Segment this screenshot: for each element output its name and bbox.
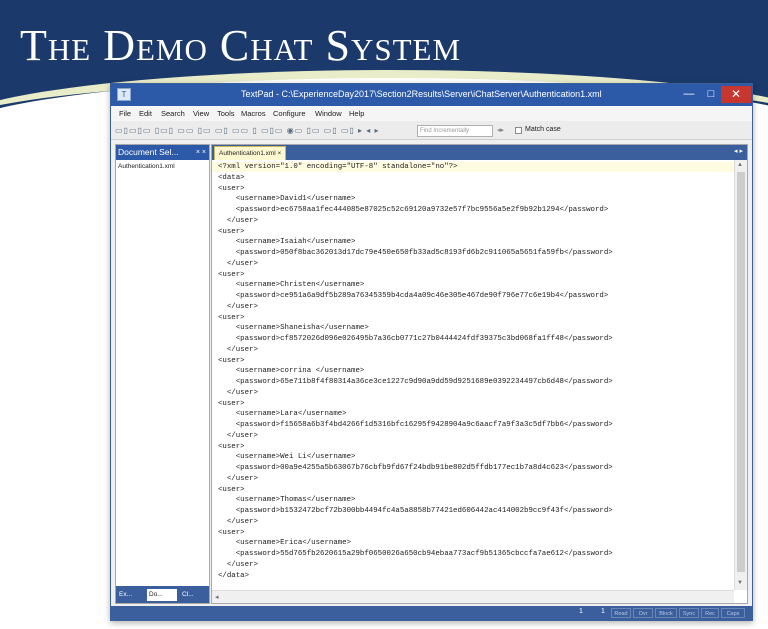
code-line: </user>: [218, 302, 258, 311]
code-line: <username>David1</username>: [218, 195, 356, 204]
status-read-indicator: Read: [611, 608, 631, 618]
document-list-item[interactable]: Authentication1.xml: [118, 163, 175, 170]
title-bar[interactable]: T TextPad - C:\ExperienceDay2017\Section…: [111, 84, 752, 106]
tab-scroll-arrows[interactable]: ◂ ▸: [734, 147, 743, 155]
panel-tabs: Ex... Do... Cl...: [116, 586, 209, 603]
code-line: <?xml version="1.0" encoding="UTF-8" sta…: [218, 163, 458, 171]
code-line: <user>: [218, 184, 245, 193]
code-line: <password>f15658a6b3f4bd4266f1d5316bfc16…: [218, 421, 613, 429]
scroll-left-icon[interactable]: ◂: [215, 593, 219, 601]
file-tab-authentication1[interactable]: Authentication1.xml ×: [214, 146, 287, 160]
code-line: </user>: [218, 259, 258, 268]
editor-tab-strip: Authentication1.xml × ◂ ▸: [212, 145, 747, 160]
status-overwrite-indicator: Ovr: [633, 608, 653, 618]
code-line: <user>: [218, 485, 245, 494]
menu-macros[interactable]: Macros: [241, 109, 266, 118]
code-text-area[interactable]: <?xml version="1.0" encoding="UTF-8" sta…: [212, 160, 734, 590]
toolbar-icons[interactable]: ▭▯▭▯▭ ▯▭▯ ▭▭ ▯▭ ▭▯ ▭▭ ▯ ▭▯▭ ◉▭ ▯▭ ▭▯ ▭▯ …: [115, 126, 415, 136]
code-line: </user>: [218, 431, 258, 440]
code-line: <username>Shaneisha</username>: [218, 324, 369, 333]
code-line: <username>Erica</username>: [218, 539, 352, 548]
menu-search[interactable]: Search: [161, 109, 185, 118]
horizontal-scrollbar[interactable]: ◂: [212, 590, 734, 603]
menu-window[interactable]: Window: [315, 109, 342, 118]
menu-view[interactable]: View: [193, 109, 209, 118]
code-line: <username>Thomas</username>: [218, 496, 356, 505]
code-line: <username>Christen</username>: [218, 281, 365, 290]
editor-pane: Authentication1.xml × ◂ ▸ <?xml version=…: [211, 144, 748, 604]
panel-tab-documents[interactable]: Do...: [147, 589, 177, 601]
menu-bar: File Edit Search View Tools Macros Confi…: [111, 106, 752, 121]
maximize-button[interactable]: □: [701, 86, 721, 103]
code-line: <user>: [218, 399, 245, 408]
code-line: <user>: [218, 442, 245, 451]
code-line: </user>: [218, 560, 258, 569]
minimize-button[interactable]: —: [679, 86, 699, 103]
find-incrementally-input[interactable]: Find Incrementally: [417, 125, 493, 137]
status-bar: 1 1 Read Ovr Block Sync Rec Caps: [111, 606, 752, 620]
menu-configure[interactable]: Configure: [273, 109, 306, 118]
close-button[interactable]: ✕: [721, 86, 751, 103]
code-line: </user>: [218, 517, 258, 526]
document-selector-header: Document Sel... × ×: [116, 145, 209, 160]
match-case-label: Match case: [525, 126, 561, 133]
textpad-app-icon[interactable]: T: [117, 88, 131, 101]
code-line: <password>ce951a6a9df5b289a76345359b4cda…: [218, 292, 609, 300]
code-line: </user>: [218, 216, 258, 225]
code-line: <username>Lara</username>: [218, 410, 347, 419]
status-caps-indicator: Caps: [721, 608, 745, 618]
code-line: </data>: [218, 571, 250, 580]
code-line: <password>55d765fb2620615a29bf0650026a65…: [218, 550, 613, 558]
vertical-scroll-thumb[interactable]: [737, 172, 745, 572]
find-next-icon[interactable]: ◂▸: [497, 126, 504, 134]
code-line: <username>corrina </username>: [218, 367, 365, 376]
slide-title: The Demo Chat System: [20, 21, 462, 70]
code-line: <password>cf8572026d096e026495b7a36cb077…: [218, 335, 613, 343]
document-selector-panel: Document Sel... × × Authentication1.xml …: [115, 144, 210, 604]
code-line: <user>: [218, 270, 245, 279]
panel-tab-clip-library[interactable]: Cl...: [182, 589, 206, 601]
status-line-number: 1: [579, 608, 583, 615]
document-selector-close-icon[interactable]: × ×: [196, 145, 206, 160]
vertical-scrollbar[interactable]: ▲ ▼: [734, 160, 747, 590]
status-record-indicator: Rec: [701, 608, 719, 618]
code-line: <user>: [218, 227, 245, 236]
code-line: <user>: [218, 356, 245, 365]
window-title: TextPad - C:\ExperienceDay2017\Section2R…: [241, 89, 602, 99]
code-line: <user>: [218, 528, 245, 537]
menu-edit[interactable]: Edit: [139, 109, 152, 118]
code-line: <password>b1532472bcf72b300bb4494fc4a5a8…: [218, 507, 613, 515]
panel-tab-explorer[interactable]: Ex...: [119, 589, 145, 601]
code-line: <password>00a9e4255a5b63067b76cbfb9fd67f…: [218, 464, 613, 472]
match-case-checkbox[interactable]: [515, 127, 522, 134]
code-line: </user>: [218, 474, 258, 483]
menu-file[interactable]: File: [119, 109, 131, 118]
status-sync-indicator: Sync: [679, 608, 699, 618]
code-line: <password>65e711b8f4f80314a36ce3ce1227c9…: [218, 378, 613, 386]
code-line: <password>ec6758aa1fec444085e87025c52c69…: [218, 206, 609, 214]
textpad-window: T TextPad - C:\ExperienceDay2017\Section…: [110, 83, 753, 621]
status-column-number: 1: [601, 608, 605, 615]
status-block-indicator: Block: [655, 608, 677, 618]
scroll-up-icon[interactable]: ▲: [737, 162, 743, 168]
code-line: <username>Wei Li</username>: [218, 453, 356, 462]
code-line: </user>: [218, 345, 258, 354]
menu-help[interactable]: Help: [349, 109, 364, 118]
menu-tools[interactable]: Tools: [217, 109, 235, 118]
slide: The Demo Chat System T TextPad - C:\Expe…: [0, 0, 768, 629]
code-line: <user>: [218, 313, 245, 322]
code-line: </user>: [218, 388, 258, 397]
document-selector-title: Document Sel...: [118, 147, 179, 157]
code-line: <password>050f8bac362013d17dc79e450e650f…: [218, 249, 613, 257]
code-line: <username>Isaiah</username>: [218, 238, 356, 247]
code-line: <data>: [218, 173, 245, 182]
toolbar: ▭▯▭▯▭ ▯▭▯ ▭▭ ▯▭ ▭▯ ▭▭ ▯ ▭▯▭ ◉▭ ▯▭ ▭▯ ▭▯ …: [111, 121, 752, 140]
scroll-down-icon[interactable]: ▼: [737, 580, 743, 586]
